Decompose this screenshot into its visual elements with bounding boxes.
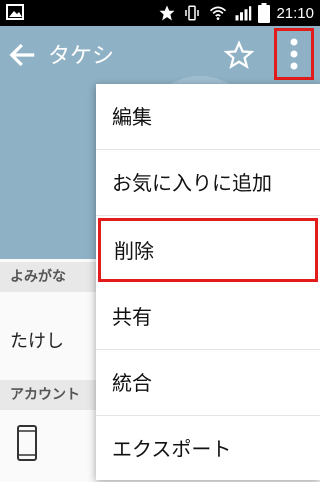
star-icon xyxy=(159,5,175,21)
status-icons: 21:10 xyxy=(158,0,314,26)
menu-item-export[interactable]: エクスポート xyxy=(96,416,320,482)
vibrate-icon xyxy=(185,5,200,21)
battery-icon xyxy=(258,3,271,23)
signal-icon xyxy=(235,6,252,21)
menu-item-edit[interactable]: 編集 xyxy=(96,84,320,150)
overflow-menu-button[interactable] xyxy=(274,28,314,80)
clock: 21:10 xyxy=(276,4,314,22)
back-arrow-icon[interactable] xyxy=(8,40,38,70)
overflow-menu: 編集 お気に入りに追加 削除 共有 統合 エクスポート xyxy=(96,84,320,480)
phone-icon xyxy=(17,425,37,461)
reading-value: たけし xyxy=(10,331,64,352)
star-outline-icon[interactable] xyxy=(224,40,254,70)
overflow-menu-icon xyxy=(290,38,298,70)
menu-item-merge[interactable]: 統合 xyxy=(96,350,320,416)
contact-name: タケシ xyxy=(48,44,115,69)
status-bar: 21:10 xyxy=(0,0,320,26)
menu-item-delete[interactable]: 削除 xyxy=(98,218,318,282)
menu-item-share[interactable]: 共有 xyxy=(96,284,320,350)
wifi-icon xyxy=(210,6,227,20)
menu-item-add-favorite[interactable]: お気に入りに追加 xyxy=(96,150,320,216)
image-icon xyxy=(6,4,24,20)
